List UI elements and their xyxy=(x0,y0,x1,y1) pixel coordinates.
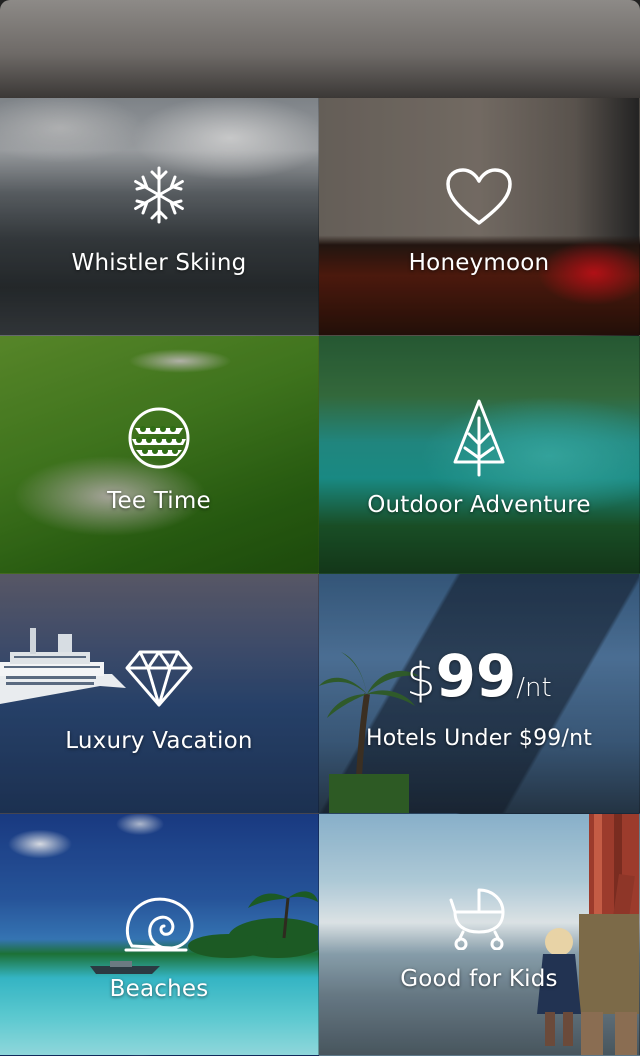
price-unit: /nt xyxy=(516,673,552,703)
cruise-ship-graphic xyxy=(0,628,126,704)
tile-label: Luxury Vacation xyxy=(65,728,253,754)
tile-label: Tee Time xyxy=(107,488,211,514)
price-amount: 99 xyxy=(435,642,517,710)
tile-beaches[interactable]: Beaches xyxy=(0,814,319,1056)
tile-label: Beaches xyxy=(109,976,209,1002)
tile-label: Honeymoon xyxy=(408,250,550,276)
tile-label: Hotels Under $99/nt xyxy=(365,726,593,751)
seashell-icon xyxy=(124,897,194,952)
tile-luxury-vacation[interactable]: Luxury Vacation xyxy=(0,574,319,814)
category-grid: Whistler Skiing Honeymoon Tee Time Outdo… xyxy=(0,98,640,1056)
snowflake-icon xyxy=(134,166,184,224)
tree-icon xyxy=(453,399,505,477)
heart-icon xyxy=(446,168,512,225)
tile-tee-time[interactable]: Tee Time xyxy=(0,336,319,574)
tile-label: Outdoor Adventure xyxy=(367,492,591,518)
diamond-icon xyxy=(125,650,193,707)
tile-label: Whistler Skiing xyxy=(71,250,247,276)
tile-hotels-under-99[interactable]: $99/nt Hotels Under $99/nt xyxy=(319,574,640,814)
tile-label: Good for Kids xyxy=(400,966,558,992)
header-bar xyxy=(0,0,640,98)
boat-graphic xyxy=(90,961,160,974)
tile-good-for-kids[interactable]: Good for Kids xyxy=(319,814,640,1056)
golf-ball-icon xyxy=(128,407,190,469)
tile-outdoor-adventure[interactable]: Outdoor Adventure xyxy=(319,336,640,574)
tile-whistler-skiing[interactable]: Whistler Skiing xyxy=(0,98,319,336)
price-currency: $ xyxy=(406,653,436,707)
tile-honeymoon[interactable]: Honeymoon xyxy=(319,98,640,336)
price-display: $99/nt xyxy=(319,642,639,710)
app-screen: Whistler Skiing Honeymoon Tee Time Outdo… xyxy=(0,0,640,1056)
stroller-icon xyxy=(449,888,505,950)
